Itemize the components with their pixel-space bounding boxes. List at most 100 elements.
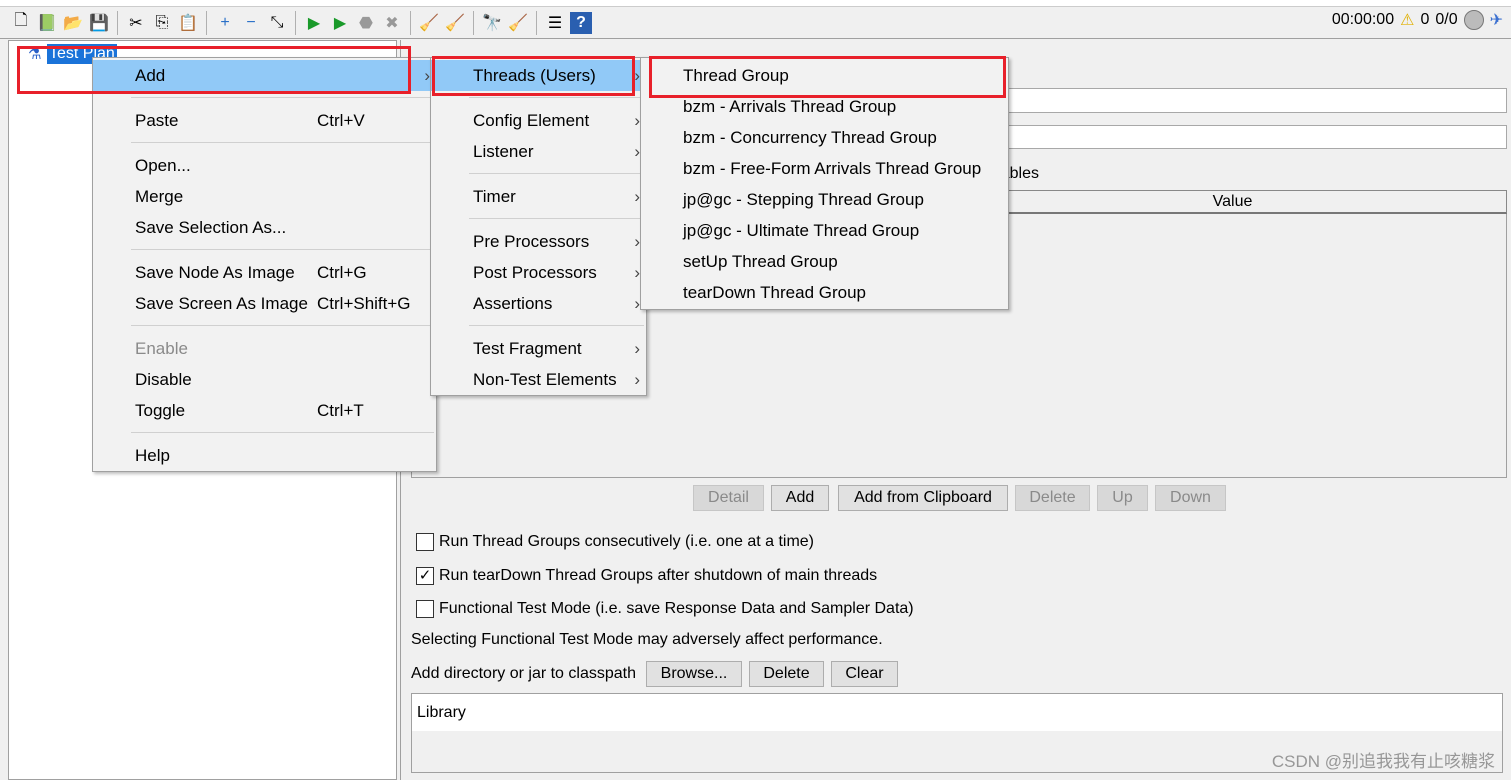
- menu-item-label: bzm - Free-Form Arrivals Thread Group: [683, 159, 982, 178]
- add-from-clipboard-button[interactable]: Add from Clipboard: [838, 485, 1008, 511]
- menu-item-enable[interactable]: Enable: [93, 333, 436, 364]
- menu-item-label: jp@gc - Stepping Thread Group: [683, 190, 924, 209]
- paste-icon[interactable]: 📋: [177, 12, 199, 34]
- help-icon[interactable]: ?: [570, 11, 592, 34]
- menu-item-non-test-elements[interactable]: Non-Test Elements ›: [431, 364, 646, 395]
- menu-item-post-processors[interactable]: Post Processors ›: [431, 257, 646, 288]
- title-strip: [0, 0, 1511, 7]
- down-button[interactable]: Down: [1155, 485, 1226, 511]
- menu-separator: [469, 173, 644, 174]
- templates-icon[interactable]: 📗: [36, 12, 58, 34]
- clear-button[interactable]: Clear: [831, 661, 898, 687]
- menu-item-listener[interactable]: Listener ›: [431, 136, 646, 167]
- search-icon[interactable]: 🔭: [481, 12, 503, 34]
- teardown-checkbox[interactable]: ✓: [416, 567, 434, 585]
- shutdown-icon[interactable]: ✖: [381, 12, 403, 34]
- menu-item-label: Open...: [135, 156, 191, 175]
- detail-button[interactable]: Detail: [693, 485, 764, 511]
- start-no-pause-icon[interactable]: ▶: [329, 12, 351, 34]
- menu-item-disable[interactable]: Disable: [93, 364, 436, 395]
- menu-item-label: Save Screen As Image: [135, 294, 308, 313]
- menu-separator: [131, 432, 434, 433]
- collapse-icon[interactable]: −: [240, 12, 262, 34]
- watermark: CSDN @别追我我有止咳糖浆: [1271, 752, 1495, 771]
- menu-item-merge[interactable]: Merge: [93, 181, 436, 212]
- menu-item-shortcut: Ctrl+Shift+G: [317, 294, 411, 313]
- menu-separator: [131, 142, 434, 143]
- consecutive-checkbox[interactable]: [416, 533, 434, 551]
- menu-item-toggle[interactable]: Toggle Ctrl+T: [93, 395, 436, 426]
- menu-item-shortcut: Ctrl+V: [317, 111, 365, 130]
- warning-count: 0: [1420, 11, 1430, 28]
- browse-button[interactable]: Browse...: [646, 661, 742, 687]
- menu-item-paste[interactable]: Paste Ctrl+V: [93, 105, 436, 136]
- menu-item-save-selection-as[interactable]: Save Selection As...: [93, 212, 436, 243]
- copy-icon[interactable]: ⎘: [151, 12, 173, 34]
- expand-icon[interactable]: +: [214, 12, 236, 34]
- menu-item-label: Toggle: [135, 401, 186, 420]
- open-icon[interactable]: 📂: [62, 12, 84, 34]
- add-variable-button[interactable]: Add: [771, 485, 829, 511]
- delete-variable-button[interactable]: Delete: [1015, 485, 1090, 511]
- menu-item-bzm-free-form-arrivals-thread-group[interactable]: bzm - Free-Form Arrivals Thread Group: [641, 153, 1008, 184]
- menu-item-label: bzm - Concurrency Thread Group: [683, 128, 937, 147]
- menu-separator: [131, 97, 434, 98]
- menu-item-label: Non-Test Elements: [473, 370, 617, 389]
- menu-item-label: tearDown Thread Group: [683, 283, 867, 302]
- delete-classpath-button[interactable]: Delete: [749, 661, 824, 687]
- menu-item-teardown-thread-group[interactable]: tearDown Thread Group: [641, 277, 1008, 308]
- context-menu: Add › Paste Ctrl+V Open... Merge Save Selectio…: [92, 57, 437, 472]
- up-button[interactable]: Up: [1097, 485, 1148, 511]
- menu-item-assertions[interactable]: Assertions ›: [431, 288, 646, 319]
- functional-mode-checkbox[interactable]: [416, 600, 434, 618]
- menu-item-shortcut: Ctrl+G: [317, 263, 367, 282]
- menu-item-label: Assertions: [473, 294, 553, 313]
- menu-item-timer[interactable]: Timer ›: [431, 181, 646, 212]
- add-submenu: Threads (Users) › Config Element › Listener ›…: [430, 57, 647, 396]
- menu-item-label: Config Element: [473, 111, 590, 130]
- function-helper-icon[interactable]: ☰: [544, 12, 566, 34]
- toolbar-separator: [295, 10, 296, 35]
- log-icon[interactable]: ✈: [1490, 10, 1503, 30]
- menu-item-jp-gc-stepping-thread-group[interactable]: jp@gc - Stepping Thread Group: [641, 184, 1008, 215]
- menu-item-jp-gc-ultimate-thread-group[interactable]: jp@gc - Ultimate Thread Group: [641, 215, 1008, 246]
- clear-icon[interactable]: 🧹: [418, 12, 440, 34]
- menu-item-setup-thread-group[interactable]: setUp Thread Group: [641, 246, 1008, 277]
- menu-item-label: Paste: [135, 111, 179, 130]
- annotation-box-thread-group: [649, 56, 1006, 98]
- toolbar: 🗋 📗 📂 💾 ✂ ⎘ 📋 + − ⤡ ▶ ▶ ⬣ ✖ 🧹 🧹 🔭 🧹 ☰?: [0, 7, 1511, 39]
- menu-item-open[interactable]: Open...: [93, 150, 436, 181]
- stop-icon[interactable]: ⬣: [355, 12, 377, 34]
- menu-item-pre-processors[interactable]: Pre Processors ›: [431, 226, 646, 257]
- reset-search-icon[interactable]: 🧹: [507, 12, 529, 34]
- name-field[interactable]: [1008, 88, 1507, 113]
- new-icon[interactable]: 🗋: [10, 12, 32, 34]
- menu-item-help[interactable]: Help: [93, 440, 436, 471]
- menu-item-bzm-concurrency-thread-group[interactable]: bzm - Concurrency Thread Group: [641, 122, 1008, 153]
- menu-item-label: setUp Thread Group: [683, 252, 838, 271]
- save-icon[interactable]: 💾: [88, 12, 110, 34]
- elapsed-timer: 00:00:00: [1331, 11, 1395, 28]
- menu-item-label: Disable: [135, 370, 192, 389]
- menu-item-label: Help: [135, 446, 170, 465]
- clear-all-icon[interactable]: 🧹: [444, 12, 466, 34]
- menu-item-label: Timer: [473, 187, 516, 206]
- toggle-icon[interactable]: ⤡: [266, 12, 288, 34]
- teardown-label: Run tearDown Thread Groups after shutdow…: [439, 567, 878, 584]
- remote-icon[interactable]: [1463, 10, 1484, 30]
- menu-item-config-element[interactable]: Config Element ›: [431, 105, 646, 136]
- menu-item-label: Pre Processors: [473, 232, 590, 251]
- menu-item-test-fragment[interactable]: Test Fragment ›: [431, 333, 646, 364]
- toolbar-separator: [473, 10, 474, 35]
- toolbar-separator: [206, 10, 207, 35]
- value-column-header[interactable]: Value: [958, 190, 1507, 214]
- menu-item-save-node-as-image[interactable]: Save Node As Image Ctrl+G: [93, 257, 436, 288]
- comments-field[interactable]: [1008, 125, 1507, 149]
- menu-separator: [131, 249, 434, 250]
- menu-item-save-screen-as-image[interactable]: Save Screen As Image Ctrl+Shift+G: [93, 288, 436, 319]
- warning-icon[interactable]: ⚠: [1400, 10, 1414, 30]
- menu-separator: [469, 97, 644, 98]
- cut-icon[interactable]: ✂: [125, 12, 147, 34]
- library-header: Library: [412, 694, 1502, 731]
- start-icon[interactable]: ▶: [303, 12, 325, 34]
